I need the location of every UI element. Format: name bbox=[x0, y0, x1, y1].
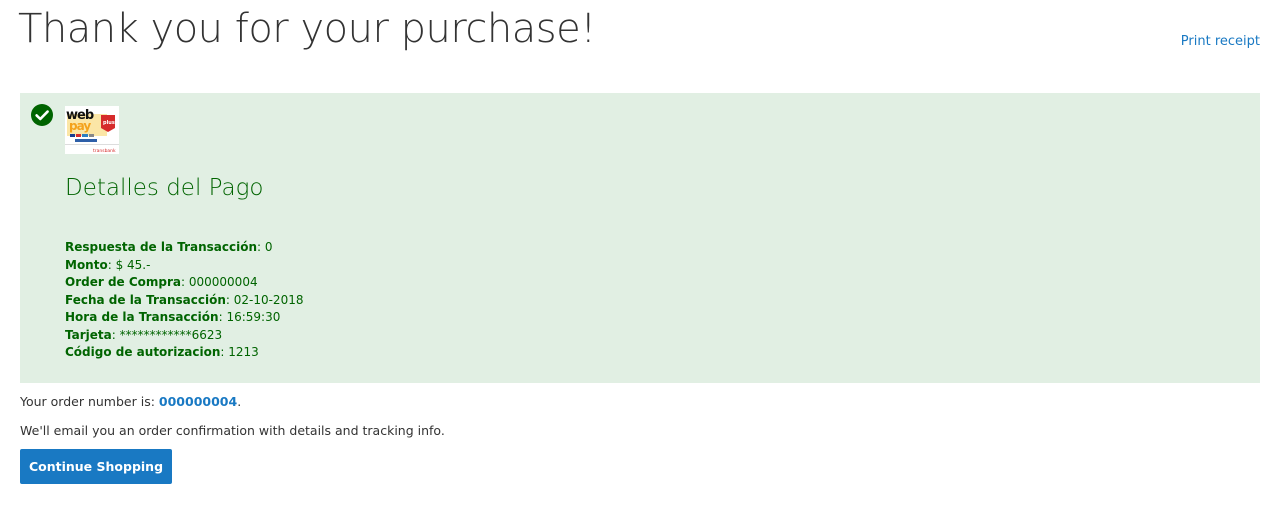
email-confirmation-notice: We'll email you an order confirmation wi… bbox=[20, 423, 445, 438]
detail-label: Fecha de la Transacción bbox=[65, 292, 226, 307]
detail-row-authorization-code: Código de autorizacion: 1213 bbox=[65, 345, 259, 359]
detail-label: Código de autorizacion bbox=[65, 345, 221, 359]
detail-value: 0 bbox=[264, 240, 273, 254]
check-circle-icon bbox=[31, 104, 53, 126]
detail-value: 02-10-2018 bbox=[233, 292, 304, 307]
detail-row-purchase-order: Order de Compra: 000000004 bbox=[65, 275, 258, 289]
detail-value: ************6623 bbox=[119, 327, 223, 342]
order-number-prefix: Your order number is: bbox=[20, 394, 159, 409]
detail-label: Tarjeta bbox=[65, 327, 112, 342]
payment-success-message: web pay plus transbank Detalles del Pago… bbox=[20, 93, 1260, 383]
detail-value: 000000004 bbox=[188, 275, 258, 289]
continue-shopping-button[interactable]: Continue Shopping bbox=[20, 449, 172, 484]
detail-value: 16:59:30 bbox=[226, 310, 281, 324]
detail-label: Order de Compra bbox=[65, 275, 182, 289]
detail-row-card: Tarjeta: ************6623 bbox=[65, 327, 223, 342]
detail-row-transaction-time: Hora de la Transacción: 16:59:30 bbox=[65, 310, 281, 324]
detail-label: Monto bbox=[65, 257, 108, 272]
print-receipt-link[interactable]: Print receipt bbox=[1181, 34, 1260, 49]
svg-text:plus: plus bbox=[103, 120, 115, 126]
page-title: Thank you for your purchase! bbox=[18, 6, 596, 52]
detail-row-transaction-date: Fecha de la Transacción: 02-10-2018 bbox=[65, 292, 304, 307]
payment-details-list: Respuesta de la Transacción: 0 Monto: $ … bbox=[65, 239, 303, 362]
detail-row-amount: Monto: $ 45.- bbox=[65, 257, 151, 272]
detail-value: $ 45.- bbox=[115, 257, 151, 272]
order-number-link[interactable]: 000000004 bbox=[159, 394, 237, 409]
svg-text:pay: pay bbox=[69, 119, 91, 133]
payment-details-title: Detalles del Pago bbox=[65, 175, 264, 201]
detail-label: Respuesta de la Transacción bbox=[65, 240, 258, 254]
detail-value: 1213 bbox=[228, 345, 259, 359]
webpay-plus-logo: web pay plus transbank bbox=[65, 106, 119, 154]
order-number-line: Your order number is: 000000004. bbox=[20, 394, 241, 409]
detail-label: Hora de la Transacción bbox=[65, 310, 219, 324]
order-number-suffix: . bbox=[237, 394, 242, 409]
svg-text:transbank: transbank bbox=[93, 148, 116, 154]
detail-row-transaction-response: Respuesta de la Transacción: 0 bbox=[65, 240, 273, 254]
checkout-success-page: Thank you for your purchase! Print recei… bbox=[0, 0, 1284, 507]
